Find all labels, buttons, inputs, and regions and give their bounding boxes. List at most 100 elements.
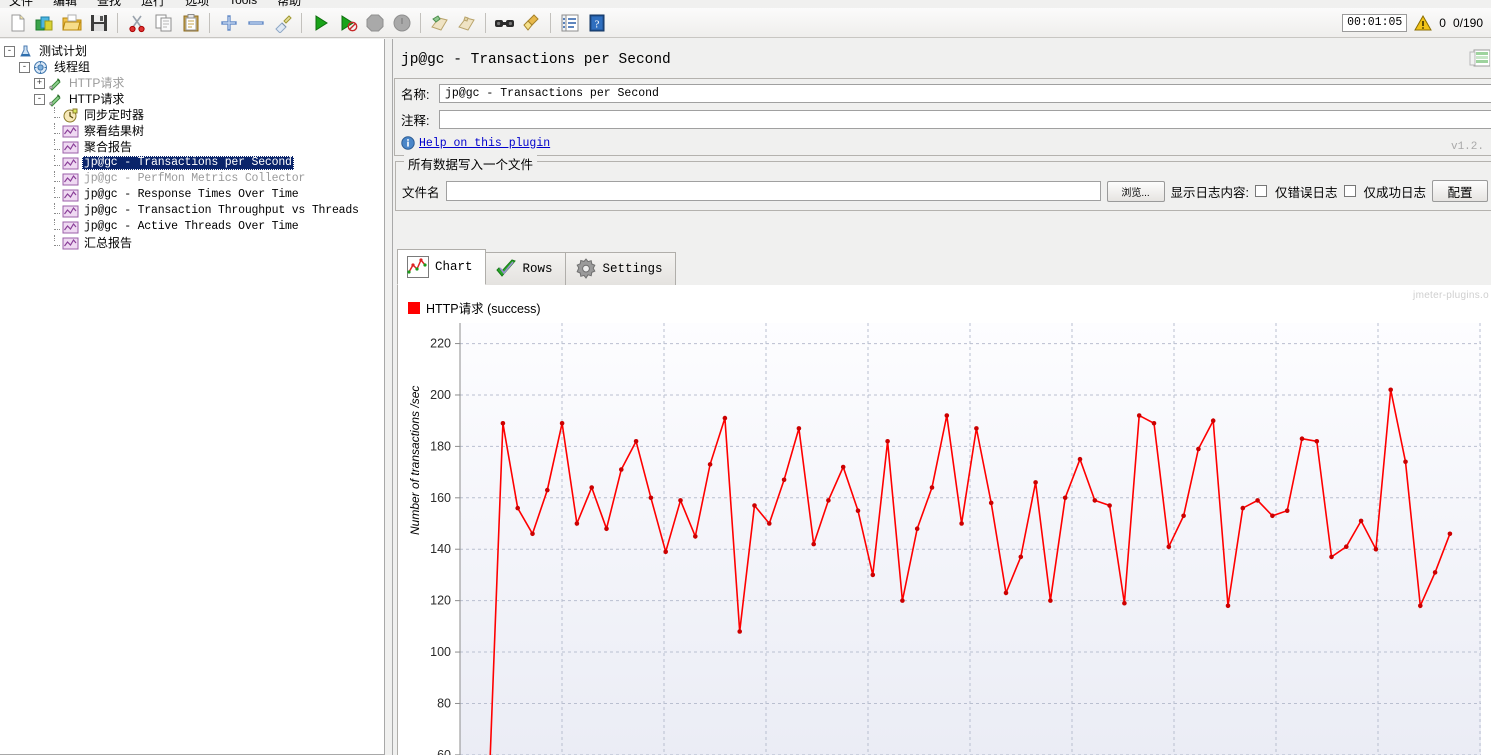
timer-icon [63, 108, 78, 122]
tree-node-label: 聚合报告 [84, 140, 133, 154]
svg-text:80: 80 [437, 696, 451, 710]
legend-label: HTTP请求 (success) [426, 302, 541, 316]
tree-connector [49, 138, 60, 153]
filename-input[interactable] [445, 181, 1101, 201]
tree-connector [49, 106, 60, 121]
collapse-node-icon[interactable]: - [19, 61, 30, 73]
tree-node-thread-group[interactable]: - 线程组 [4, 59, 384, 75]
tree-node-http-request-2[interactable]: - HTTP请求 [4, 91, 384, 107]
tree-node-active-threads-over-time[interactable]: jp@gc - Active Threads Over Time [4, 218, 384, 235]
filename-label: 文件名 [402, 185, 440, 200]
save-icon[interactable] [85, 10, 112, 36]
tree-node-label: jp@gc - Response Times Over Time [84, 188, 299, 201]
tree-node-transactions-per-second[interactable]: jp@gc - Transactions per Second [4, 154, 384, 171]
expand-node-icon[interactable]: + [34, 77, 45, 89]
chart-legend[interactable]: HTTP请求 (success) [408, 298, 541, 317]
tree-node-label: 测试计划 [39, 44, 88, 58]
reset-search-icon[interactable] [518, 10, 545, 36]
svg-text:200: 200 [430, 388, 451, 402]
svg-text:140: 140 [430, 542, 451, 556]
panel-splitter[interactable] [385, 39, 392, 755]
cut-icon[interactable] [123, 10, 150, 36]
comment-input[interactable] [439, 110, 1491, 129]
test-plan-tree[interactable]: - 测试计划 - 线程组 + HTTP请求 - HTTP请求 同步定时器 察看结果树 聚合报告 jp@… [0, 39, 384, 251]
test-plan-tree-panel[interactable]: - 测试计划 - 线程组 + HTTP请求 - HTTP请求 同步定时器 察看结果树 聚合报告 jp@… [0, 39, 385, 755]
tree-connector [49, 234, 60, 249]
start-no-pause-icon[interactable] [334, 10, 361, 36]
svg-text:120: 120 [430, 594, 451, 608]
help-icon[interactable]: ? [583, 10, 610, 36]
tree-node-http-request-1[interactable]: + HTTP请求 [4, 75, 384, 91]
clear-all-icon[interactable] [453, 10, 480, 36]
expand-icon[interactable] [215, 10, 242, 36]
collapse-node-icon[interactable]: - [34, 93, 45, 105]
listener-icon [62, 141, 79, 153]
legend-swatch [408, 301, 420, 314]
menu-item-tools[interactable]: Tools [226, 0, 260, 8]
tree-node-transaction-throughput-vs-threads[interactable]: jp@gc - Transaction Throughput vs Thread… [4, 202, 384, 219]
sampler-icon [49, 93, 61, 107]
tree-node-label: 同步定时器 [84, 108, 145, 122]
errors-only-checkbox[interactable]: 仅错误日志 [1255, 182, 1338, 201]
chart-icon [407, 256, 429, 278]
sampler-icon [49, 77, 61, 91]
function-helper-icon[interactable] [556, 10, 583, 36]
tree-connector [49, 186, 60, 201]
tree-node-aggregate-report[interactable]: 聚合报告 [4, 138, 384, 155]
copy-icon[interactable] [150, 10, 177, 36]
info-icon [401, 136, 415, 150]
new-icon[interactable] [4, 10, 31, 36]
tree-connector [49, 170, 60, 185]
comment-row: 注释: [401, 108, 1491, 131]
log-display-label: 显示日志内容: [1170, 185, 1249, 200]
tree-node-sync-timer[interactable]: 同步定时器 [4, 106, 384, 123]
tab-rows[interactable]: Rows [484, 252, 566, 285]
successes-only-label: 仅成功日志 [1363, 185, 1427, 200]
tab-settings[interactable]: Settings [564, 252, 676, 285]
templates-icon[interactable] [31, 10, 58, 36]
collapse-node-icon[interactable]: - [4, 45, 15, 57]
tab-chart[interactable]: Chart [397, 249, 486, 285]
svg-text:220: 220 [430, 337, 451, 351]
help-row: Help on this plugin [401, 136, 1491, 150]
browse-button[interactable]: 浏览... [1106, 180, 1165, 202]
table-export-icon[interactable] [1468, 48, 1491, 68]
toolbar: ? 00:01:05 0 0/190 [0, 8, 1491, 38]
tree-connector [49, 122, 60, 137]
tree-node-test-plan[interactable]: - 测试计划 [4, 43, 384, 59]
chart-watermark: jmeter-plugins.o [1413, 290, 1489, 301]
collapse-icon[interactable] [242, 10, 269, 36]
search-icon[interactable] [491, 10, 518, 36]
configure-button[interactable]: 配置 [1432, 180, 1489, 202]
paste-icon[interactable] [177, 10, 204, 36]
name-input[interactable]: jp@gc - Transactions per Second [439, 84, 1491, 103]
tree-node-label: HTTP请求 [69, 92, 125, 106]
comment-label: 注释: [401, 114, 430, 128]
tab-settings-label: Settings [602, 262, 663, 276]
tree-node-response-times-over-time[interactable]: jp@gc - Response Times Over Time [4, 186, 384, 203]
tree-node-label: 汇总报告 [84, 236, 133, 250]
tree-node-perfmon-metrics-collector[interactable]: jp@gc - PerfMon Metrics Collector [4, 170, 384, 187]
errors-only-box[interactable] [1255, 185, 1267, 197]
chart-plot[interactable]: 60 80 100 120 140 160 180 200 220 [398, 285, 1491, 755]
chart-container[interactable]: HTTP请求 (success) jmeter-plugins.o Number… [397, 285, 1491, 755]
successes-only-box[interactable] [1343, 185, 1356, 197]
name-comment-box: 名称: jp@gc - Transactions per Second 注释: … [394, 78, 1491, 156]
start-icon[interactable] [307, 10, 334, 36]
tree-node-summary-report[interactable]: 汇总报告 [4, 234, 384, 251]
listener-icon [62, 237, 79, 249]
clear-icon[interactable] [426, 10, 453, 36]
successes-only-checkbox[interactable]: 仅成功日志 [1343, 182, 1427, 201]
shutdown-icon [388, 10, 415, 36]
warning-icon [1414, 14, 1433, 30]
open-icon[interactable] [58, 10, 85, 36]
tree-node-label: HTTP请求 [69, 76, 125, 90]
svg-text:?: ? [594, 18, 599, 30]
help-on-this-plugin-link[interactable]: Help on this plugin [419, 137, 550, 150]
tree-node-label: 线程组 [54, 60, 91, 74]
toggle-icon[interactable] [269, 10, 296, 36]
toolbar-status: 00:01:05 0 0/190 [1342, 13, 1491, 32]
listener-panel: jp@gc - Transactions per Second 名称: jp@g… [392, 39, 1491, 755]
listener-icon [62, 157, 79, 169]
tree-node-view-results-tree[interactable]: 察看结果树 [4, 122, 384, 139]
